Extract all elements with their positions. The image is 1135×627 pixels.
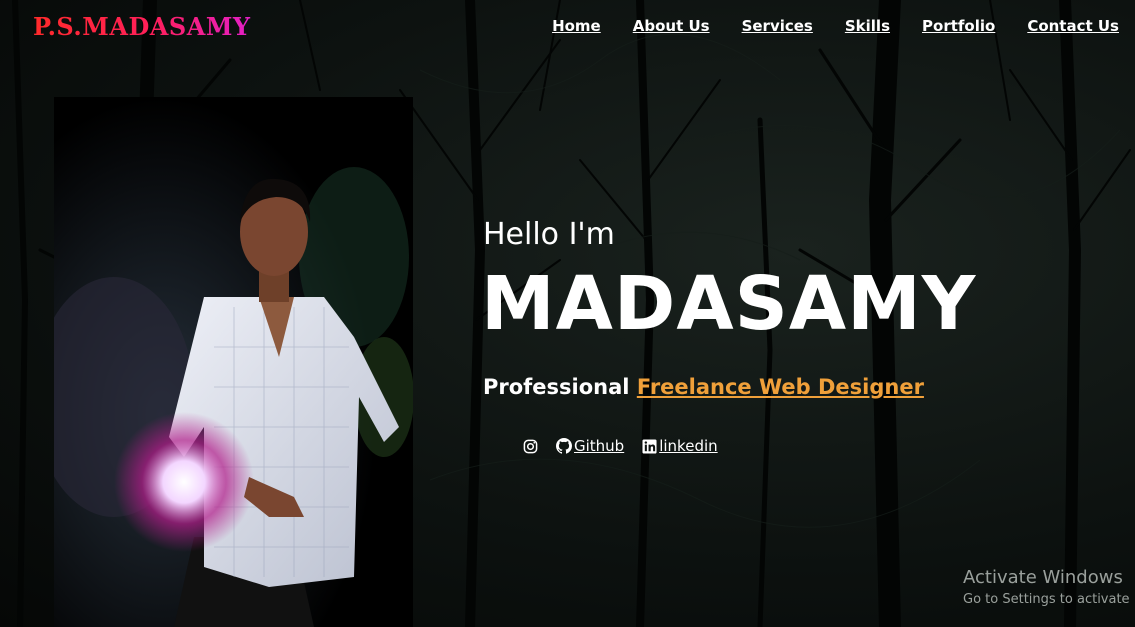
social-links: Github linkedin <box>523 437 718 455</box>
instagram-icon <box>523 439 538 453</box>
nav-skills[interactable]: Skills <box>845 17 890 35</box>
github-link[interactable]: Github <box>556 437 624 455</box>
hero-tagline: Professional Freelance Web Designer <box>483 375 924 399</box>
github-label: Github <box>574 437 625 455</box>
windows-activation-watermark: Activate Windows Go to Settings to activ… <box>963 567 1130 607</box>
site-logo[interactable]: P.S.MADASAMY <box>33 12 251 41</box>
github-icon <box>556 438 572 454</box>
nav-home[interactable]: Home <box>552 17 601 35</box>
nav-contact-us[interactable]: Contact Us <box>1027 17 1119 35</box>
watermark-title: Activate Windows <box>963 567 1123 588</box>
linkedin-link[interactable]: linkedin <box>642 437 718 455</box>
hero-greeting: Hello I'm <box>483 217 615 252</box>
instagram-link[interactable] <box>523 439 538 454</box>
linkedin-label: linkedin <box>659 437 718 455</box>
tagline-prefix: Professional <box>483 375 630 399</box>
main-nav: Home About Us Services Skills Portfolio … <box>552 17 1119 35</box>
tagline-role-link[interactable]: Freelance Web Designer <box>637 375 924 399</box>
nav-about-us[interactable]: About Us <box>633 17 710 35</box>
linkedin-icon <box>642 438 657 454</box>
watermark-subtitle: Go to Settings to activate <box>963 592 1130 607</box>
profile-photo <box>54 97 413 627</box>
hero-name: MADASAMY <box>481 261 977 347</box>
nav-portfolio[interactable]: Portfolio <box>922 17 995 35</box>
nav-services[interactable]: Services <box>742 17 813 35</box>
